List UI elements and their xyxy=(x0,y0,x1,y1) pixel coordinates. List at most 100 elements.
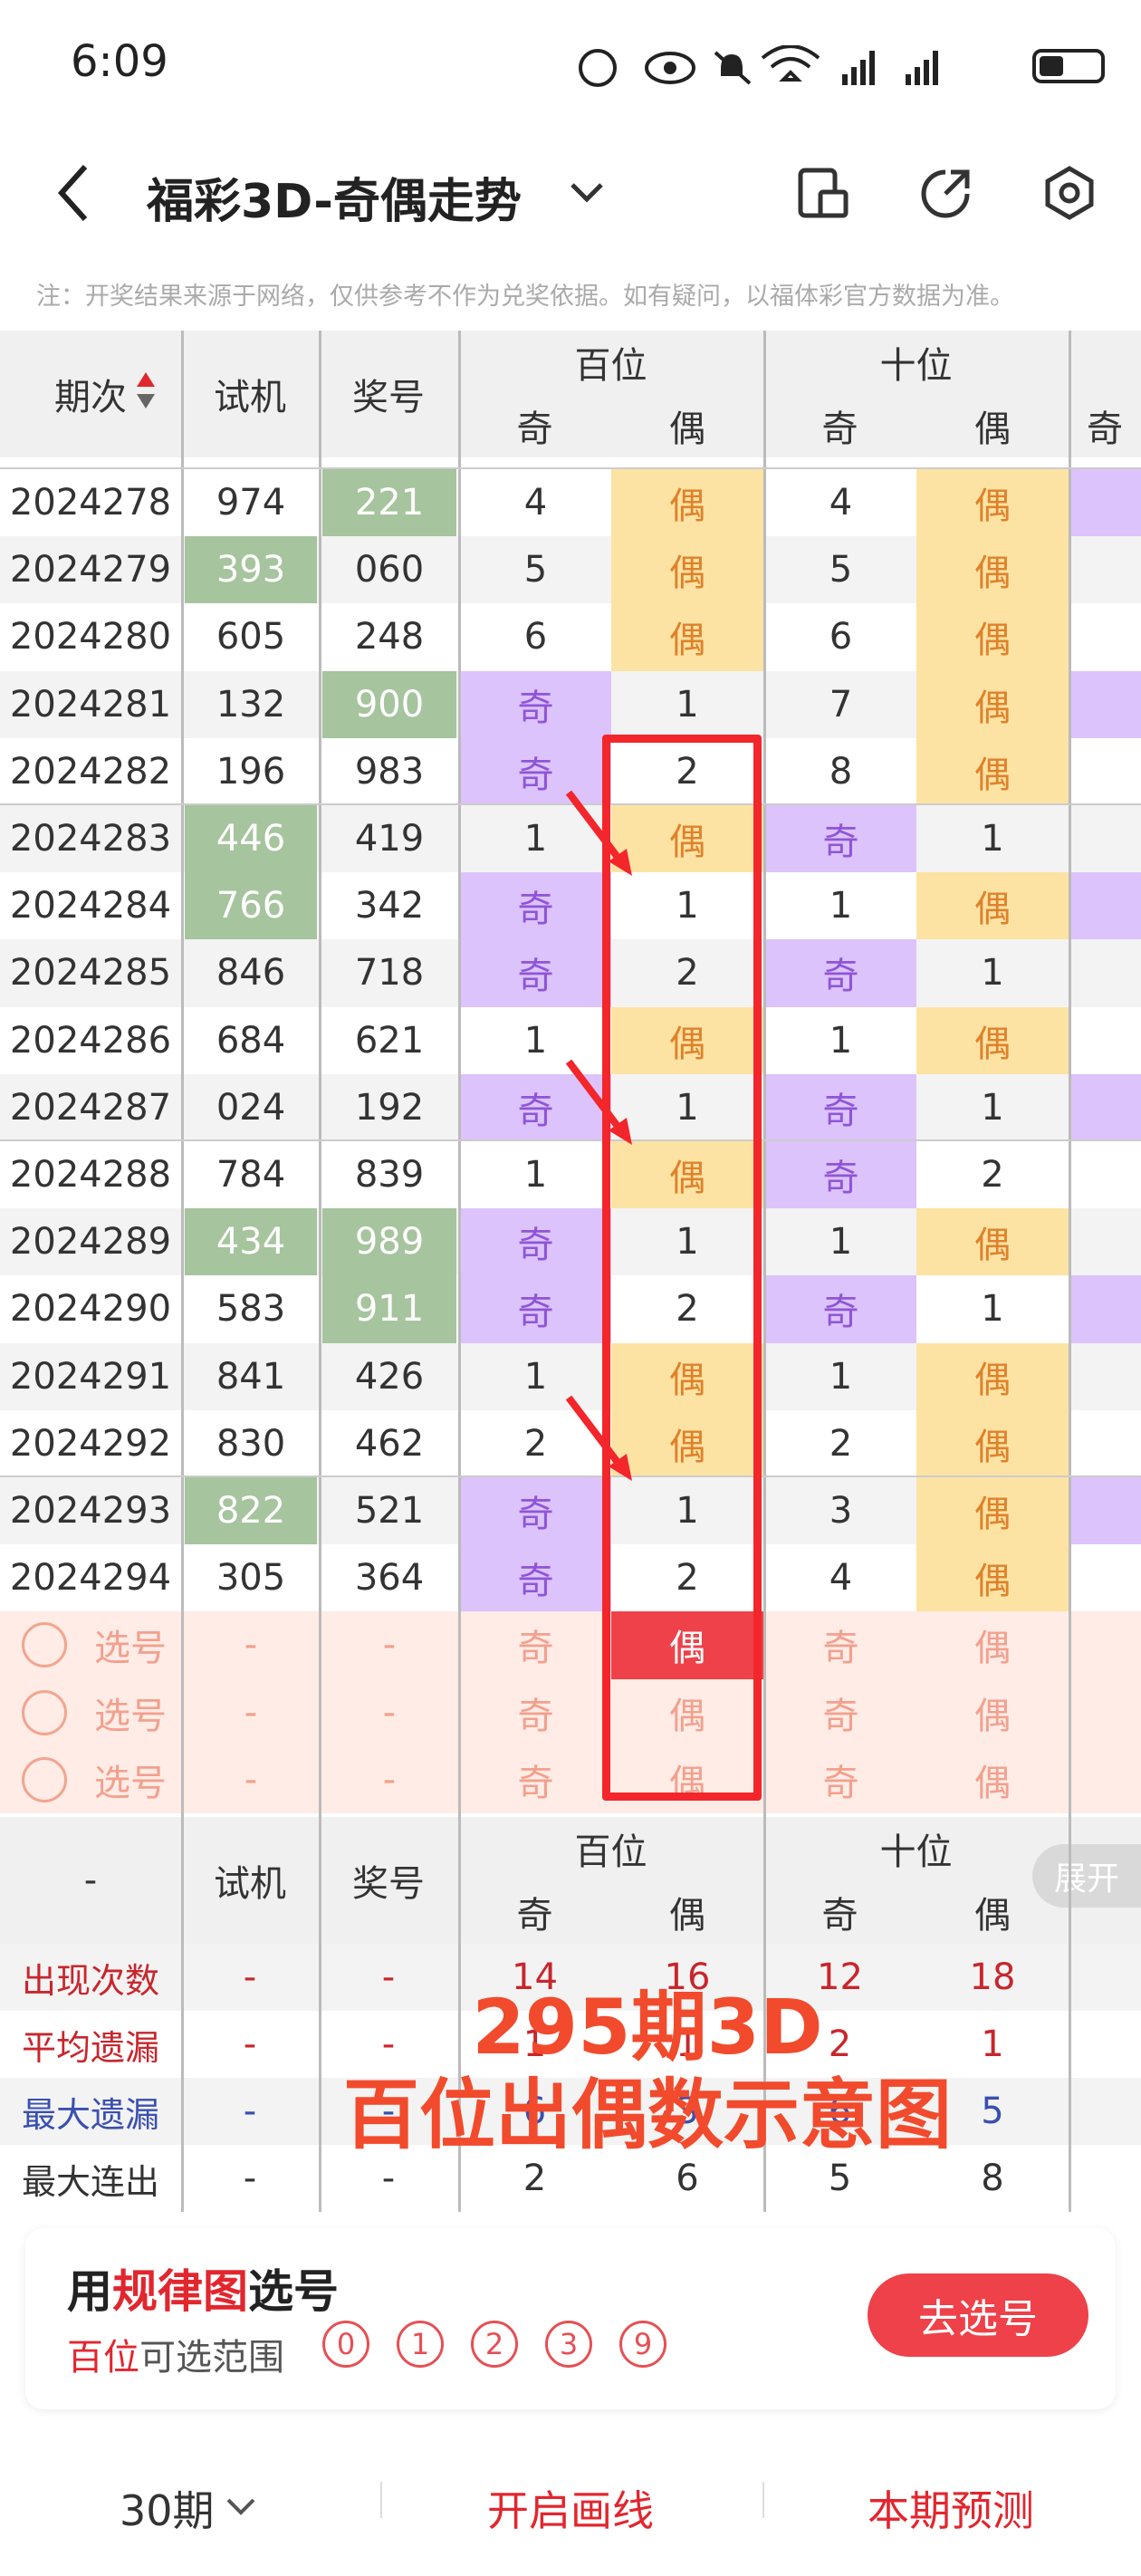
settings-icon[interactable] xyxy=(1041,165,1098,225)
tens-odd-cell: 5 xyxy=(829,549,853,591)
select-label[interactable]: 选号 xyxy=(80,1679,181,1746)
period-cell: 2024290 xyxy=(9,1288,172,1331)
units-cell xyxy=(1070,1141,1141,1208)
trial-cell: 846 xyxy=(216,952,286,995)
annotation-box xyxy=(602,734,762,1801)
digit-option[interactable]: 1 xyxy=(397,2321,444,2368)
stats-trial-header: 试机 xyxy=(214,1863,286,1905)
units-cell xyxy=(1070,1477,1141,1545)
tens-even-cell: 1 xyxy=(981,1288,1004,1331)
draw-lines-button[interactable]: 开启画线 xyxy=(487,2478,654,2538)
row-divider xyxy=(0,467,1141,469)
sort-icon[interactable] xyxy=(136,370,156,414)
digit-option[interactable]: 9 xyxy=(619,2321,666,2368)
tens-odd-cell: 7 xyxy=(829,683,853,726)
prize-cell: 248 xyxy=(354,616,425,658)
expand-button[interactable]: 展开 xyxy=(1032,1844,1141,1908)
hundreds-odd-cell: 奇 xyxy=(460,1208,611,1276)
period-cell: 2024293 xyxy=(9,1490,172,1533)
chevron-down-icon[interactable] xyxy=(569,179,605,210)
select-tens-even[interactable]: 偶 xyxy=(916,1746,1069,1813)
prize-cell: 983 xyxy=(354,750,425,793)
tens-even-cell: 1 xyxy=(981,818,1004,860)
battery-icon xyxy=(1032,49,1105,83)
trial-cell: 434 xyxy=(185,1208,317,1276)
go-pick-button[interactable]: 去选号 xyxy=(868,2273,1088,2357)
page-title[interactable]: 福彩3D-奇偶走势 xyxy=(147,163,522,231)
select-radio[interactable] xyxy=(22,1689,67,1735)
select-tens-odd[interactable]: 奇 xyxy=(765,1679,916,1746)
pick-title-highlight: 规律图 xyxy=(112,2265,248,2318)
select-tens-even[interactable]: 偶 xyxy=(916,1611,1069,1678)
period-selector[interactable]: 30期 xyxy=(120,2478,215,2538)
tens-odd-cell: 6 xyxy=(829,616,853,658)
share-icon[interactable] xyxy=(918,165,974,225)
tens-even-cell: 偶 xyxy=(916,1409,1069,1477)
hundreds-odd-cell: 5 xyxy=(523,549,548,591)
digit-option[interactable]: 3 xyxy=(545,2321,592,2368)
units-odd-header: 奇 xyxy=(1087,409,1123,450)
grid-line xyxy=(319,331,321,2212)
screen-icon[interactable] xyxy=(795,165,851,225)
prize-cell: 521 xyxy=(354,1490,425,1533)
tens-even-cell: 偶 xyxy=(916,536,1069,604)
tens-even-cell: 偶 xyxy=(916,737,1069,805)
overlay-line-1: 295期3D xyxy=(472,1983,823,2071)
stats-hundreds-header: 百位 xyxy=(574,1831,647,1873)
digit-option[interactable]: 0 xyxy=(322,2321,369,2368)
select-dash: - xyxy=(244,1624,258,1667)
select-hundreds-odd[interactable]: 奇 xyxy=(460,1746,611,1813)
select-radio[interactable] xyxy=(22,1756,67,1802)
prize-cell: 462 xyxy=(354,1422,425,1465)
tens-even-cell: 1 xyxy=(981,1086,1004,1129)
chevron-down-icon[interactable] xyxy=(225,2496,257,2522)
tens-even-cell: 偶 xyxy=(916,1477,1069,1545)
tens-even-header: 偶 xyxy=(974,409,1011,450)
tens-odd-cell: 4 xyxy=(829,482,853,524)
trial-cell: 583 xyxy=(216,1288,286,1331)
tens-odd-cell: 1 xyxy=(829,1355,853,1398)
trial-cell: 605 xyxy=(216,616,286,658)
tens-odd-header: 奇 xyxy=(821,409,858,450)
hundreds-odd-header: 奇 xyxy=(516,409,553,450)
wifi-icon xyxy=(761,44,820,82)
trial-cell: 393 xyxy=(185,536,317,604)
select-tens-odd[interactable]: 奇 xyxy=(765,1746,916,1813)
pick-title-pre: 用 xyxy=(67,2265,112,2318)
period-cell: 2024286 xyxy=(9,1019,172,1062)
hundreds-odd-cell: 奇 xyxy=(460,670,611,738)
clock: 6:09 xyxy=(71,36,168,87)
trial-cell: 684 xyxy=(216,1019,286,1062)
select-label[interactable]: 选号 xyxy=(80,1611,181,1678)
select-tens-even[interactable]: 偶 xyxy=(916,1679,1069,1746)
tens-even-cell: 偶 xyxy=(916,1544,1069,1612)
prize-cell: 989 xyxy=(322,1208,456,1276)
signal-icon xyxy=(933,51,938,85)
stats-label: 最大连出 xyxy=(21,2161,159,2202)
period-cell: 2024283 xyxy=(9,818,172,860)
select-hundreds-odd[interactable]: 奇 xyxy=(460,1611,611,1678)
status-bar: 6:09 xyxy=(0,0,1141,136)
digit-option[interactable]: 2 xyxy=(471,2321,518,2368)
overlay-caption: 295期3D 百位出偶数示意图 xyxy=(272,1984,1023,2158)
annotation-arrow xyxy=(563,787,645,890)
predict-button[interactable]: 本期预测 xyxy=(868,2478,1034,2538)
select-dash: - xyxy=(382,1624,397,1667)
tens-odd-cell: 奇 xyxy=(765,805,916,873)
trial-cell: 822 xyxy=(185,1477,317,1545)
hundreds-odd-cell: 4 xyxy=(523,482,548,524)
prize-cell: 839 xyxy=(354,1154,425,1197)
units-cell xyxy=(1070,1343,1141,1410)
back-icon[interactable] xyxy=(56,161,92,228)
select-label[interactable]: 选号 xyxy=(80,1746,181,1813)
tens-odd-cell: 2 xyxy=(829,1422,853,1465)
select-hundreds-odd[interactable]: 奇 xyxy=(460,1679,611,1746)
select-tens-odd[interactable]: 奇 xyxy=(765,1611,916,1678)
tens-even-cell: 偶 xyxy=(916,603,1069,671)
prize-cell: 900 xyxy=(322,670,456,738)
trial-cell: 446 xyxy=(185,805,317,873)
stats-label: 出现次数 xyxy=(21,1960,159,2001)
prize-cell: 426 xyxy=(354,1355,425,1398)
units-cell xyxy=(1070,1410,1141,1477)
pick-title: 用规律图选号 xyxy=(67,2255,339,2321)
